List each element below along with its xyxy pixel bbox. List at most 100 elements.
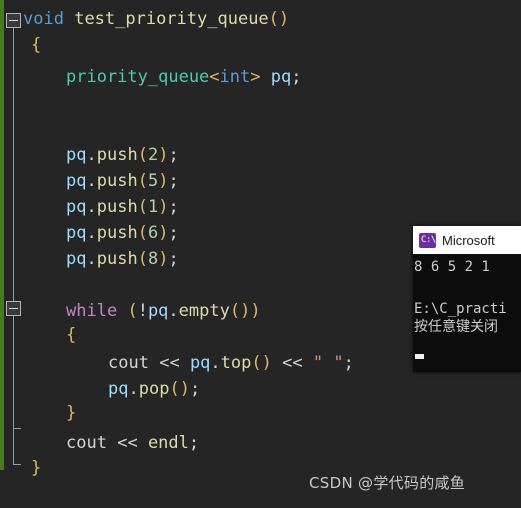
- token-type-priority-queue: priority_queue: [66, 67, 210, 87]
- token-semicolon: ;: [168, 171, 179, 191]
- token-dot: .: [128, 379, 139, 399]
- token-paren-open: (: [137, 145, 148, 165]
- fold-bracket-while-foot: [13, 428, 21, 429]
- token-type-int: int: [219, 67, 251, 87]
- token-brace-close-while: }: [66, 403, 77, 423]
- code-line-12[interactable]: while (!pq.empty()): [66, 298, 261, 324]
- token-method-push: push: [96, 171, 138, 191]
- token-number-arg: 2: [147, 145, 159, 165]
- token-number-arg: 5: [147, 171, 159, 191]
- console-app-icon: C:\: [419, 232, 436, 248]
- token-paren-open: (: [169, 379, 180, 399]
- token-string-literal: " ": [312, 353, 344, 373]
- token-semicolon: ;: [188, 433, 200, 453]
- fold-bracket-while: [13, 316, 14, 428]
- token-var-pq: pq: [189, 353, 211, 373]
- token-dot: .: [86, 171, 97, 191]
- token-semicolon: ;: [168, 197, 179, 217]
- code-line-7[interactable]: pq.push(5);: [66, 168, 179, 194]
- console-titlebar[interactable]: C:\ Microsoft: [413, 226, 521, 254]
- token-shift-operator: <<: [159, 353, 180, 373]
- code-line-10[interactable]: pq.push(8);: [66, 246, 179, 272]
- screenshot-root: void test_priority_queue() { priority_qu…: [0, 0, 521, 508]
- code-line-3[interactable]: priority_queue<int> pq;: [66, 64, 302, 90]
- code-line-9[interactable]: pq.push(6);: [66, 220, 179, 246]
- code-line-15[interactable]: pq.pop();: [108, 376, 200, 402]
- token-semicolon: ;: [189, 379, 201, 399]
- token-paren-close: ): [158, 171, 169, 191]
- token-var-pq: pq: [66, 197, 87, 217]
- fold-marker-while[interactable]: [6, 301, 21, 316]
- code-line-8[interactable]: pq.push(1);: [66, 194, 179, 220]
- token-var-pq: pq: [66, 145, 87, 165]
- token-dot: .: [86, 197, 97, 217]
- token-angle-open: <: [209, 67, 220, 87]
- code-line-18[interactable]: }: [31, 455, 41, 481]
- token-method-empty: empty: [178, 301, 230, 321]
- token-endl: endl: [147, 433, 189, 453]
- console-output-area[interactable]: 8 6 5 2 1 E:\C_practi 按任意键关闭: [413, 254, 521, 372]
- token-semicolon: ;: [168, 249, 179, 269]
- console-output-line: 8 6 5 2 1: [414, 259, 490, 275]
- token-method-pop: pop: [138, 379, 170, 399]
- console-title-label: Microsoft: [442, 232, 495, 248]
- token-number-arg: 8: [147, 249, 159, 269]
- token-function-name: test_priority_queue: [74, 9, 269, 29]
- token-paren-open: (: [268, 9, 279, 29]
- token-var-pq: pq: [66, 223, 87, 243]
- token-paren-open: (: [127, 301, 138, 321]
- token-keyword-while: while: [66, 301, 118, 321]
- token-paren-close: ): [158, 145, 169, 165]
- token-angle-close: >: [250, 67, 261, 87]
- token-paren-close: ): [261, 353, 272, 373]
- token-shift-operator: <<: [117, 433, 138, 453]
- fold-bracket-function: [13, 28, 14, 306]
- code-line-13[interactable]: {: [66, 322, 76, 348]
- code-line-6[interactable]: pq.push(2);: [66, 142, 179, 168]
- token-brace-close-fn: }: [31, 458, 42, 478]
- watermark-text: CSDN @学代码的咸鱼: [309, 474, 466, 492]
- code-line-17[interactable]: cout << endl;: [66, 430, 199, 456]
- token-paren-open: (: [137, 223, 148, 243]
- token-paren-open: (: [137, 197, 148, 217]
- fold-bracket-function-foot: [13, 464, 21, 465]
- token-paren-open: (: [251, 353, 262, 373]
- token-number-arg: 1: [147, 197, 159, 217]
- token-cout: cout: [66, 433, 107, 453]
- token-semicolon: ;: [168, 145, 179, 165]
- token-paren-close: ): [179, 379, 190, 399]
- token-number-arg: 6: [147, 223, 159, 243]
- token-dot: .: [168, 301, 179, 321]
- console-window[interactable]: C:\ Microsoft 8 6 5 2 1 E:\C_practi 按任意键…: [413, 226, 521, 372]
- fold-marker-function[interactable]: [6, 13, 21, 28]
- token-paren-close: ): [158, 249, 169, 269]
- token-paren-close: ): [278, 9, 290, 29]
- token-var-pq: pq: [66, 171, 87, 191]
- token-method-push: push: [96, 223, 138, 243]
- token-semicolon: ;: [291, 67, 302, 87]
- token-keyword-void: void: [23, 9, 64, 29]
- token-paren-close: ): [158, 223, 169, 243]
- console-icon-glyph: C:\: [421, 234, 436, 245]
- code-line-2[interactable]: {: [31, 32, 41, 58]
- token-var-pq: pq: [66, 249, 87, 269]
- token-brace-open-while: {: [66, 325, 77, 345]
- token-var-pq: pq: [108, 379, 129, 399]
- token-paren-close: ): [250, 301, 261, 321]
- token-paren-close: ): [240, 301, 251, 321]
- token-var-pq: pq: [147, 301, 169, 321]
- token-brace-open-fn: {: [31, 35, 42, 55]
- code-line-16[interactable]: }: [66, 400, 76, 426]
- code-line-14[interactable]: cout << pq.top() << " ";: [108, 350, 354, 376]
- code-line-1[interactable]: void test_priority_queue(): [23, 6, 289, 32]
- token-paren-open: (: [137, 249, 148, 269]
- token-paren-open: (: [229, 301, 241, 321]
